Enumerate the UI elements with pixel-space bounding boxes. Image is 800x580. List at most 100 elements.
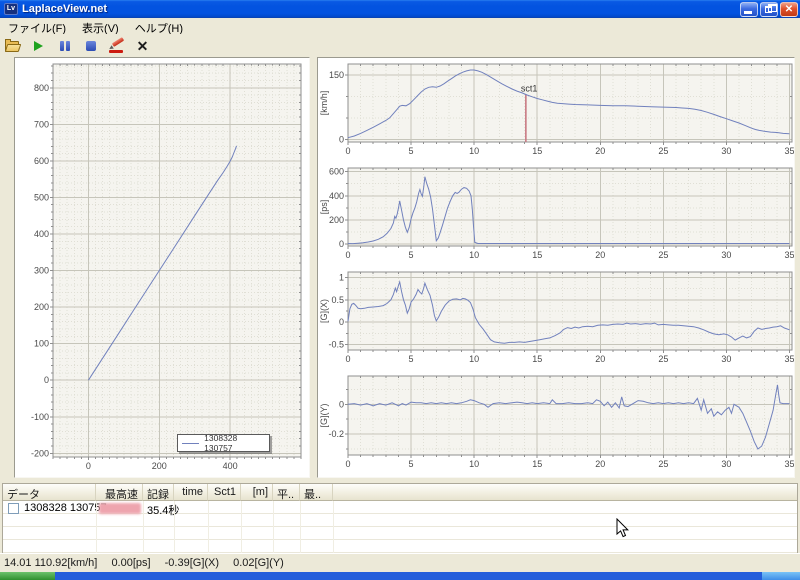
svg-text:30: 30 — [721, 250, 731, 260]
svg-text:[ps]: [ps] — [319, 200, 329, 215]
svg-text:200: 200 — [329, 215, 344, 225]
column-header-4[interactable]: time — [174, 484, 208, 501]
svg-text:-0.5: -0.5 — [328, 340, 344, 350]
marker-pen-icon — [108, 37, 125, 53]
table-grid-row — [3, 540, 797, 553]
open-file-button[interactable] — [3, 37, 22, 55]
svg-text:[G](X): [G](X) — [319, 299, 329, 323]
track-chart[interactable]: 0 200 400 -200 -100 0 100 200 300 400 500 600 700 800 — [15, 58, 309, 477]
svg-text:15: 15 — [532, 459, 542, 469]
svg-text:25: 25 — [658, 459, 668, 469]
column-header-7[interactable]: 平.. — [273, 484, 300, 501]
svg-text:35: 35 — [784, 354, 794, 364]
start-button-edge[interactable] — [0, 572, 55, 580]
svg-text:15: 15 — [532, 146, 542, 156]
svg-text:35: 35 — [784, 459, 794, 469]
svg-text:700: 700 — [34, 119, 49, 129]
row-checkbox[interactable] — [8, 503, 19, 514]
svg-text:0: 0 — [44, 375, 49, 385]
gforce-x-chart[interactable]: 0 5 10 15 20 25 30 35 -0.5 0 0.5 1 [G](X) — [318, 266, 794, 370]
column-divider — [208, 501, 209, 553]
column-header-8[interactable]: 最.. — [300, 484, 333, 501]
column-divider — [174, 501, 175, 553]
minimize-button[interactable] — [740, 1, 758, 17]
svg-text:25: 25 — [658, 146, 668, 156]
status-gx: -0.39[G](X) — [164, 557, 220, 569]
svg-text:0: 0 — [345, 146, 350, 156]
svg-text:-100: -100 — [31, 412, 49, 422]
column-header-3[interactable]: 記録 — [143, 484, 174, 501]
app-window: { "window": { "title": "LaplaceView.net"… — [0, 0, 800, 580]
svg-text:35: 35 — [784, 146, 794, 156]
svg-text:30: 30 — [721, 354, 731, 364]
column-divider — [300, 501, 301, 553]
app-icon: Lv — [4, 3, 18, 15]
play-button[interactable] — [29, 37, 48, 55]
taskbar-strip[interactable] — [0, 572, 800, 580]
column-header-6[interactable]: [m] — [241, 484, 273, 501]
svg-text:35: 35 — [784, 250, 794, 260]
column-divider — [96, 501, 97, 553]
stop-button[interactable] — [81, 37, 100, 55]
svg-text:0: 0 — [339, 399, 344, 409]
svg-text:0.5: 0.5 — [331, 295, 344, 305]
play-icon — [34, 40, 43, 51]
redacted-max-speed-value — [99, 503, 141, 514]
restore-button[interactable] — [760, 1, 778, 17]
column-header-1[interactable]: データ — [3, 484, 96, 501]
column-header-filler — [333, 484, 797, 501]
svg-text:15: 15 — [532, 354, 542, 364]
table-row[interactable]: 1308328 130757 35.4秒 — [3, 501, 797, 517]
close-button[interactable]: ✕ — [780, 1, 798, 17]
svg-text:300: 300 — [34, 266, 49, 276]
svg-text:20: 20 — [595, 459, 605, 469]
table-grid-row — [3, 527, 797, 540]
menu-help[interactable]: ヘルプ(H) — [127, 19, 191, 35]
svg-text:10: 10 — [469, 354, 479, 364]
svg-text:sct1: sct1 — [521, 84, 538, 94]
column-divider — [273, 501, 274, 553]
svg-text:30: 30 — [721, 146, 731, 156]
pause-button[interactable] — [55, 37, 74, 55]
svg-text:600: 600 — [34, 156, 49, 166]
data-table: データ 最高速 記録 time Sct1 [m] 平.. 最.. 1308328 130757… — [2, 483, 798, 553]
svg-text:500: 500 — [34, 192, 49, 202]
svg-text:1: 1 — [339, 272, 344, 282]
marker-button[interactable] — [107, 37, 126, 55]
svg-text:0: 0 — [345, 354, 350, 364]
close-icon: ✕ — [784, 3, 794, 15]
gforce-y-chart[interactable]: 0 5 10 15 20 25 30 35 -0.2 0 [G](Y) — [318, 370, 794, 475]
svg-text:10: 10 — [469, 459, 479, 469]
minimize-icon — [744, 10, 752, 14]
mouse-cursor — [616, 518, 629, 538]
svg-text:[G](Y): [G](Y) — [319, 403, 329, 427]
pause-icon — [59, 40, 70, 51]
window-title: LaplaceView.net — [22, 3, 107, 15]
menu-view[interactable]: 表示(V) — [74, 19, 127, 35]
svg-text:25: 25 — [658, 250, 668, 260]
svg-text:20: 20 — [595, 354, 605, 364]
svg-text:0: 0 — [86, 461, 91, 471]
delete-button[interactable]: ✕ — [133, 37, 152, 55]
status-gy: 0.02[G](Y) — [233, 557, 284, 569]
table-grid-row — [3, 514, 797, 527]
menu-file[interactable]: ファイル(F) — [0, 19, 74, 35]
svg-text:100: 100 — [34, 339, 49, 349]
delete-x-icon: ✕ — [136, 37, 149, 54]
titlebar[interactable]: Lv LaplaceView.net ✕ — [0, 0, 800, 18]
svg-text:5: 5 — [409, 354, 414, 364]
svg-text:10: 10 — [469, 146, 479, 156]
speed-chart[interactable]: 0 5 10 15 20 25 30 35 0 150 sct1 [km/h] — [318, 58, 794, 162]
column-divider — [241, 501, 242, 553]
svg-text:400: 400 — [223, 461, 238, 471]
column-header-2[interactable]: 最高速 — [96, 484, 143, 501]
power-chart[interactable]: 0 5 10 15 20 25 30 35 0 200 400 600 [ps] — [318, 162, 794, 266]
status-time-speed: 14.01 110.92[km/h] — [4, 557, 98, 569]
system-tray-edge[interactable] — [762, 572, 800, 580]
svg-text:200: 200 — [34, 302, 49, 312]
column-header-5[interactable]: Sct1 — [208, 484, 241, 501]
table-body: 1308328 130757 35.4秒 — [3, 501, 797, 553]
svg-text:400: 400 — [329, 191, 344, 201]
restore-icon — [765, 3, 777, 13]
svg-text:15: 15 — [532, 250, 542, 260]
